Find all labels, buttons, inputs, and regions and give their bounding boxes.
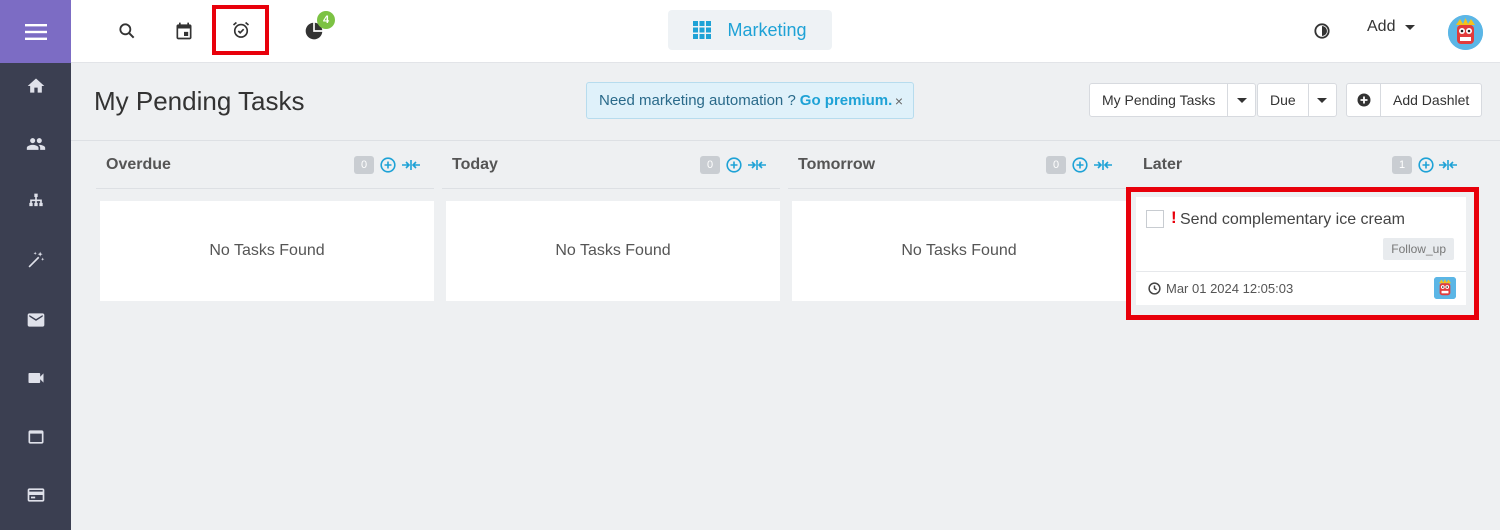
avatar-image	[1448, 15, 1483, 50]
card-icon	[27, 488, 44, 502]
notification-count-badge: 4	[317, 11, 335, 29]
sort-select[interactable]: Due	[1257, 83, 1337, 117]
mail-icon	[27, 313, 44, 327]
collapse-arrows-icon	[1094, 160, 1112, 170]
collapse-column-button[interactable]	[748, 156, 766, 174]
empty-state-tomorrow: No Tasks Found	[792, 201, 1126, 301]
column-divider	[96, 188, 434, 189]
sidebar-item-contacts[interactable]	[0, 124, 71, 164]
chevron-down-icon	[1317, 97, 1328, 103]
chevron-down-icon	[1236, 97, 1247, 103]
plus-circle-icon	[1418, 157, 1434, 173]
calendar-icon	[176, 22, 192, 40]
collapse-arrows-icon	[402, 160, 420, 170]
plus-circle-icon	[1072, 157, 1088, 173]
sort-select-label: Due	[1270, 92, 1296, 108]
add-dashlet-label: Add Dashlet	[1393, 92, 1470, 108]
add-dashlet-button[interactable]: Add Dashlet	[1346, 83, 1483, 117]
plus-circle-icon	[380, 157, 396, 173]
go-premium-link[interactable]: Go premium.	[800, 92, 893, 109]
add-task-button[interactable]	[1417, 156, 1435, 174]
column-count-badge: 0	[354, 156, 374, 174]
sidebar-item-pages[interactable]	[0, 417, 71, 457]
view-select-toggle[interactable]	[1227, 84, 1255, 116]
chevron-down-icon	[1405, 24, 1416, 30]
add-label: Add	[1367, 18, 1396, 35]
grid-icon	[693, 21, 712, 39]
calendar-button[interactable]	[167, 14, 201, 48]
plus-circle-icon	[726, 157, 742, 173]
plus-circle-icon	[1347, 84, 1381, 116]
column-header-later: Later 1	[1143, 154, 1457, 178]
tasks-button[interactable]	[212, 5, 269, 55]
column-count-badge: 0	[700, 156, 720, 174]
view-select[interactable]: My Pending Tasks	[1089, 83, 1257, 117]
collapse-column-button[interactable]	[402, 156, 420, 174]
user-avatar[interactable]	[1448, 15, 1483, 50]
column-header-tomorrow: Tomorrow 0	[798, 154, 1112, 178]
sidebar	[0, 0, 71, 530]
premium-promo-banner: Need marketing automation ? Go premium. …	[586, 82, 914, 119]
header-divider	[71, 140, 1500, 141]
column-count-badge: 0	[1046, 156, 1066, 174]
view-select-label: My Pending Tasks	[1102, 92, 1216, 108]
column-title: Later	[1143, 156, 1183, 173]
add-task-button[interactable]	[379, 156, 397, 174]
collapse-arrows-icon	[1439, 160, 1457, 170]
collapse-column-button[interactable]	[1094, 156, 1112, 174]
users-icon	[26, 138, 45, 150]
column-divider	[442, 188, 780, 189]
alarm-clock-icon	[232, 21, 249, 38]
top-bar: 4 Marketing Add	[71, 0, 1500, 63]
video-icon	[28, 373, 43, 383]
empty-state-overdue: No Tasks Found	[100, 201, 434, 301]
empty-state-today: No Tasks Found	[446, 201, 780, 301]
task-highlight-box	[1126, 187, 1479, 320]
search-button[interactable]	[110, 14, 144, 48]
sidebar-item-automation[interactable]	[0, 240, 71, 280]
column-title: Overdue	[106, 156, 171, 173]
add-menu-button[interactable]: Add	[1367, 18, 1416, 36]
theme-toggle-button[interactable]	[1305, 14, 1339, 48]
home-icon	[27, 78, 44, 93]
sidebar-item-meetings[interactable]	[0, 358, 71, 398]
module-label: Marketing	[727, 19, 807, 40]
window-icon	[28, 430, 43, 444]
column-title: Today	[452, 156, 498, 173]
sidebar-item-accounts[interactable]	[0, 182, 71, 222]
column-header-overdue: Overdue 0	[106, 154, 420, 178]
add-task-button[interactable]	[725, 156, 743, 174]
promo-text: Need marketing automation ?	[599, 92, 796, 109]
page-title: My Pending Tasks	[94, 86, 305, 116]
collapse-arrows-icon	[748, 160, 766, 170]
magic-wand-icon	[28, 251, 44, 268]
column-count-badge: 1	[1392, 156, 1412, 174]
column-header-today: Today 0	[452, 154, 766, 178]
column-divider	[788, 188, 1126, 189]
search-icon	[119, 23, 135, 39]
sidebar-item-email[interactable]	[0, 300, 71, 340]
sidebar-item-cards[interactable]	[0, 475, 71, 515]
menu-toggle-button[interactable]	[0, 0, 71, 63]
add-task-button[interactable]	[1071, 156, 1089, 174]
hamburger-icon	[24, 23, 47, 40]
sidebar-item-home[interactable]	[0, 66, 71, 106]
sort-select-toggle[interactable]	[1307, 84, 1336, 116]
column-title: Tomorrow	[798, 156, 876, 173]
collapse-column-button[interactable]	[1439, 156, 1457, 174]
org-chart-icon	[28, 193, 43, 207]
contrast-icon	[1314, 23, 1330, 39]
notifications-button[interactable]: 4	[297, 11, 335, 48]
module-switcher-button[interactable]: Marketing	[668, 10, 832, 50]
close-icon[interactable]: ×	[895, 93, 903, 109]
